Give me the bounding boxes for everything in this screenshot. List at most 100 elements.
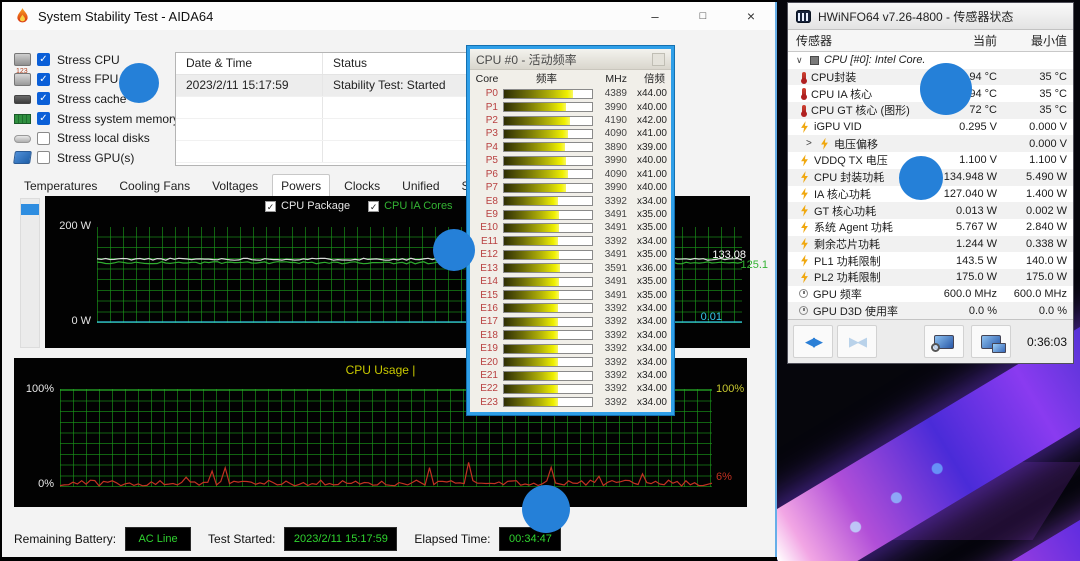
sensor-min: 0.0 % bbox=[997, 305, 1073, 317]
clock-icon bbox=[799, 289, 808, 298]
sensor-label-cell: CPU封装 bbox=[788, 69, 925, 85]
stress-option-label: Stress GPU(s) bbox=[57, 151, 134, 165]
core-mhz: 3392 bbox=[597, 357, 627, 368]
sensor-row[interactable]: 剩余芯片功耗1.244 W0.338 W bbox=[788, 236, 1073, 253]
maximize-button[interactable]: □ bbox=[680, 2, 726, 30]
core-row: E183392x34.00 bbox=[474, 329, 667, 342]
events-cell: Stability Test: Started bbox=[322, 75, 466, 96]
tab-clocks[interactable]: Clocks bbox=[336, 175, 388, 198]
stress-option[interactable]: Stress GPU(s) bbox=[14, 148, 174, 168]
core-mhz: 3392 bbox=[597, 330, 627, 341]
col-multiplier: 倍频 bbox=[627, 71, 667, 86]
events-cell bbox=[322, 97, 466, 118]
freq-bar-fill bbox=[504, 345, 558, 353]
series-value-label: 125.1 bbox=[740, 259, 768, 271]
chevron-right-icon[interactable]: > bbox=[806, 138, 816, 149]
core-label: E18 bbox=[474, 330, 498, 341]
core-row: P04389x44.00 bbox=[474, 87, 667, 100]
freq-bar bbox=[503, 142, 593, 152]
sensor-label: 电压偏移 bbox=[834, 136, 878, 152]
disk-icon bbox=[14, 135, 31, 143]
checkbox[interactable]: ✓ bbox=[37, 53, 50, 66]
core-row: P73990x40.00 bbox=[474, 181, 667, 194]
sensor-label: GT 核心功耗 bbox=[814, 203, 876, 219]
cpu-frequency-panel[interactable]: CPU #0 - 活动频率 Core 频率 MHz 倍频 P04389x44.0… bbox=[467, 46, 674, 415]
minimize-button[interactable]: – bbox=[632, 2, 678, 30]
series-value-label: 6% bbox=[716, 471, 732, 483]
chart-scrollbar[interactable] bbox=[20, 198, 40, 348]
cpu-frequency-panel-title-bar[interactable]: CPU #0 - 活动频率 bbox=[470, 49, 671, 70]
sensor-label: 系统 Agent 功耗 bbox=[814, 219, 893, 235]
legend-checkbox[interactable]: ✓ bbox=[265, 201, 276, 212]
freq-bar-fill bbox=[504, 398, 558, 406]
sensor-row[interactable]: >电压偏移0.000 V bbox=[788, 135, 1073, 152]
core-row: E83392x34.00 bbox=[474, 194, 667, 207]
checkbox[interactable] bbox=[37, 132, 50, 145]
status-value: AC Line bbox=[125, 527, 191, 551]
sensor-label: PL1 功耗限制 bbox=[814, 253, 881, 269]
sensor-row[interactable]: GPU 频率600.0 MHz600.0 MHz bbox=[788, 286, 1073, 303]
freq-bar bbox=[503, 129, 593, 139]
core-label: E22 bbox=[474, 383, 498, 394]
chevron-down-icon[interactable]: ∨ bbox=[796, 55, 808, 66]
events-table: Date & TimeStatus 2023/2/11 15:17:59Stab… bbox=[175, 52, 467, 166]
sensor-min: 35 °C bbox=[997, 88, 1073, 100]
freq-bar-fill bbox=[504, 358, 558, 366]
sensor-current: 143.5 W bbox=[925, 255, 997, 267]
freq-bar-fill bbox=[504, 157, 566, 165]
freq-bar bbox=[503, 397, 593, 407]
sensor-row[interactable]: PL2 功耗限制175.0 W175.0 W bbox=[788, 269, 1073, 286]
aida64-title-bar[interactable]: System Stability Test - AIDA64 – □ × bbox=[2, 2, 775, 30]
tab-voltages[interactable]: Voltages bbox=[204, 175, 266, 198]
sensor-row[interactable]: iGPU VID0.295 V0.000 V bbox=[788, 119, 1073, 136]
sensor-min: 35 °C bbox=[997, 104, 1073, 116]
freq-bar bbox=[503, 169, 593, 179]
sensor-row[interactable]: PL1 功耗限制143.5 W140.0 W bbox=[788, 252, 1073, 269]
core-mhz: 3491 bbox=[597, 290, 627, 301]
checkbox[interactable]: ✓ bbox=[37, 112, 50, 125]
core-multiplier: x35.00 bbox=[627, 209, 667, 220]
core-mhz: 3491 bbox=[597, 209, 627, 220]
tab-cooling-fans[interactable]: Cooling Fans bbox=[111, 175, 198, 198]
system-scan-button[interactable] bbox=[924, 325, 964, 358]
freq-bar-fill bbox=[504, 318, 558, 326]
core-row: P64090x41.00 bbox=[474, 168, 667, 181]
legend-label: CPU IA Cores bbox=[384, 200, 452, 212]
col-current: 当前 bbox=[927, 32, 997, 49]
panel-button[interactable] bbox=[652, 53, 665, 66]
core-multiplier: x40.00 bbox=[627, 155, 667, 166]
chart-scrollbar-thumb[interactable] bbox=[21, 204, 39, 215]
sensor-min: 600.0 MHz bbox=[997, 288, 1073, 300]
network-computers-button[interactable] bbox=[971, 325, 1011, 358]
core-row: E113392x34.00 bbox=[474, 235, 667, 248]
sensor-label: PL2 功耗限制 bbox=[814, 269, 881, 285]
stress-option[interactable]: Stress local disks bbox=[14, 128, 174, 148]
core-mhz: 3491 bbox=[597, 249, 627, 260]
network-icon bbox=[981, 335, 1001, 349]
close-button[interactable]: × bbox=[728, 2, 774, 30]
checkbox[interactable]: ✓ bbox=[37, 92, 50, 105]
legend-label: CPU Package bbox=[281, 200, 350, 212]
legend-item[interactable]: ✓ CPU Package bbox=[265, 200, 350, 212]
nav-arrows-button[interactable]: ◀▶ bbox=[793, 325, 833, 358]
sensor-min: 175.0 W bbox=[997, 271, 1073, 283]
stress-option[interactable]: ✓Stress system memory bbox=[14, 109, 174, 129]
tab-unified[interactable]: Unified bbox=[394, 175, 447, 198]
sensor-row[interactable]: 系统 Agent 功耗5.767 W2.840 W bbox=[788, 219, 1073, 236]
sensor-row[interactable]: ∨CPU [#0]: Intel Core... bbox=[788, 52, 1073, 69]
sensor-label-cell: GT 核心功耗 bbox=[788, 203, 925, 219]
checkbox[interactable] bbox=[37, 151, 50, 164]
sensor-row[interactable]: GT 核心功耗0.013 W0.002 W bbox=[788, 202, 1073, 219]
nav-arrows-disabled-button[interactable]: ▶◀ bbox=[837, 325, 877, 358]
sensor-row[interactable]: GPU D3D 使用率0.0 %0.0 % bbox=[788, 302, 1073, 319]
events-row[interactable]: 2023/2/11 15:17:59Stability Test: Starte… bbox=[176, 75, 466, 97]
legend-checkbox[interactable]: ✓ bbox=[368, 201, 379, 212]
legend-item[interactable]: ✓ CPU IA Cores bbox=[368, 200, 452, 212]
checkbox[interactable]: ✓ bbox=[37, 73, 50, 86]
core-mhz: 3591 bbox=[597, 263, 627, 274]
hwinfo-title-bar[interactable]: HWiNFO64 v7.26-4800 - 传感器状态 bbox=[788, 3, 1073, 30]
tab-temperatures[interactable]: Temperatures bbox=[16, 175, 105, 198]
core-mhz: 4090 bbox=[597, 128, 627, 139]
freq-bar-fill bbox=[504, 117, 570, 125]
col-core: Core bbox=[474, 73, 500, 85]
